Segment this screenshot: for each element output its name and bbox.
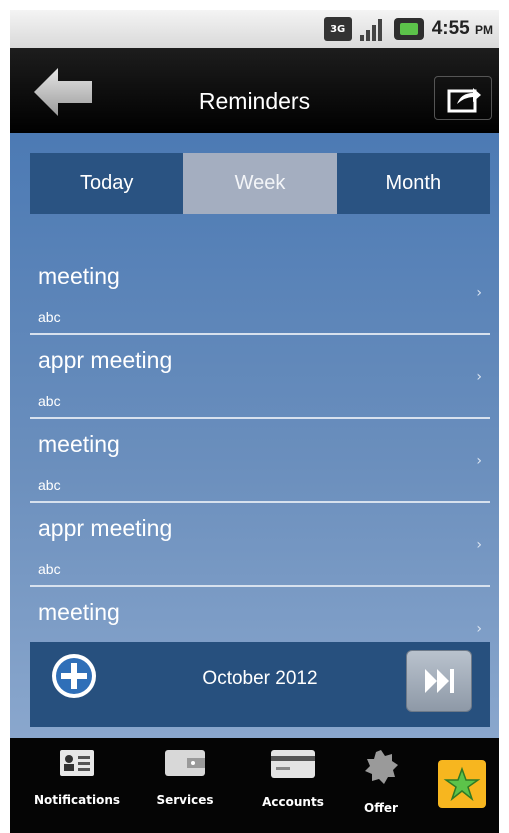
reminder-list: meeting abc › appr meeting abc › meeting… — [30, 251, 490, 647]
share-icon — [447, 88, 481, 113]
reminder-title: meeting — [38, 599, 120, 625]
nav-label: Accounts — [262, 795, 324, 809]
tab-month[interactable]: Month — [336, 153, 490, 214]
card-icon — [271, 750, 315, 778]
nav-offer[interactable]: Offer — [336, 750, 426, 816]
signal-icon — [359, 17, 386, 41]
star-icon — [443, 766, 481, 802]
contact-card-icon — [60, 750, 94, 776]
skip-forward-icon — [425, 669, 454, 693]
chevron-right-icon: › — [476, 621, 482, 637]
clock-time: 4:55 — [431, 18, 470, 39]
period-tabs: Today Week Month — [30, 153, 490, 214]
list-item[interactable]: meeting abc › — [30, 251, 490, 335]
content-area: Today Week Month meeting abc › appr meet… — [10, 133, 499, 738]
chevron-right-icon: › — [476, 285, 482, 301]
list-item[interactable]: meeting › — [30, 587, 490, 647]
list-item[interactable]: meeting abc › — [30, 419, 490, 503]
page-title: Reminders — [198, 88, 311, 114]
bottom-nav: Notifications Services Accounts Offer — [10, 738, 499, 833]
gear-badge-icon — [365, 750, 398, 784]
reminder-title: appr meeting — [38, 347, 173, 373]
chevron-right-icon: › — [476, 453, 482, 469]
reminder-subtitle: abc — [38, 561, 61, 577]
reminder-title: appr meeting — [38, 515, 173, 541]
nav-label: Notifications — [33, 793, 121, 807]
nav-label: Services — [156, 793, 214, 807]
month-bar: October 2012 — [30, 642, 490, 727]
nav-services[interactable]: Services — [130, 750, 240, 808]
reminder-title: meeting — [38, 263, 120, 289]
nav-accounts[interactable]: Accounts — [238, 750, 348, 810]
reminder-title: meeting — [38, 431, 120, 457]
wallet-icon — [165, 750, 205, 776]
nav-notifications[interactable]: Notifications — [22, 750, 132, 808]
reminder-subtitle: abc — [38, 309, 61, 325]
nav-label: Offer — [364, 801, 398, 815]
share-button[interactable] — [434, 76, 492, 120]
clock: 4:55 PM — [432, 18, 493, 40]
title-bar: Reminders — [10, 48, 499, 133]
reminder-subtitle: abc — [38, 393, 61, 409]
chevron-right-icon: › — [476, 537, 482, 553]
list-item[interactable]: appr meeting abc › — [30, 503, 490, 587]
network-3g-icon: 3G — [323, 17, 352, 41]
phone-screen: 3G 4:55 PM Reminders Today Week Month me… — [10, 10, 499, 833]
tab-today[interactable]: Today — [30, 153, 184, 214]
next-period-button[interactable] — [406, 650, 472, 712]
battery-icon — [393, 18, 424, 40]
favorites-button[interactable] — [438, 760, 486, 808]
chevron-right-icon: › — [476, 369, 482, 385]
status-bar: 3G 4:55 PM — [10, 10, 499, 48]
tab-week[interactable]: Week — [183, 153, 337, 214]
clock-ampm: PM — [475, 23, 493, 37]
reminder-subtitle: abc — [38, 477, 61, 493]
list-item[interactable]: appr meeting abc › — [30, 335, 490, 419]
